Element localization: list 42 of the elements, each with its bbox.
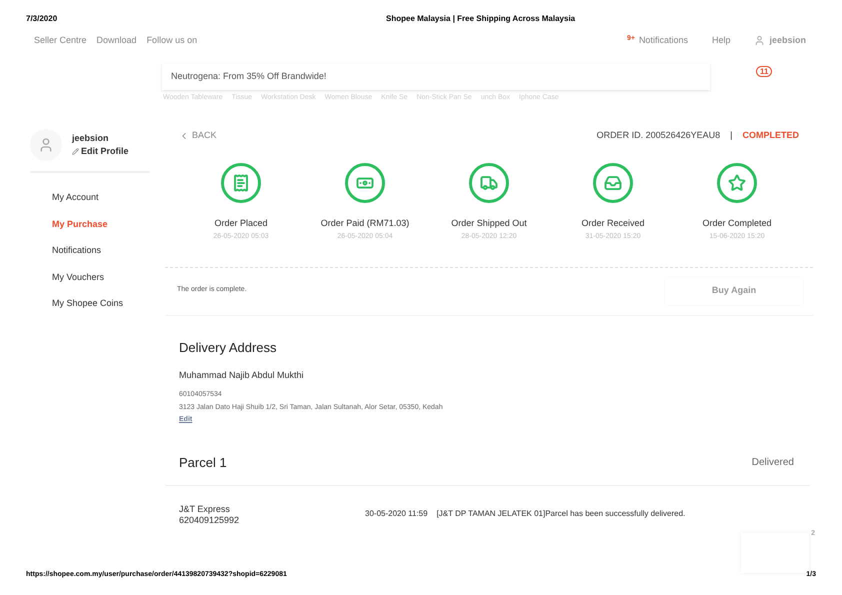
step-label: Order Completed [702,216,772,230]
print-date: 7/3/2020 [26,13,58,25]
page-title: Shopee Malaysia | Free Shipping Across Malaysia [386,13,576,25]
search-field[interactable]: Neutrogena: From 35% Off Brandwide! [162,64,710,90]
step-label: Order Placed [214,216,268,230]
sidebar-username: jeebsion [72,132,110,145]
top-nav-link[interactable]: Download [96,34,137,48]
recipient-name: Muhammad Najib Abdul Mukthi [179,369,305,382]
edit-profile-link[interactable]: Edit Profile [72,145,129,158]
sidebar-item[interactable]: My Vouchers [52,270,150,284]
sidebar-item[interactable]: My Purchase [52,218,150,231]
receipt-icon [232,174,250,192]
order-status: COMPLETED [742,129,799,142]
notifications-link[interactable]: Notifications [638,34,688,48]
truck-icon [480,174,498,192]
inbox-icon [604,174,622,192]
buy-again-button[interactable]: Buy Again [665,276,803,304]
step-label: Order Paid (RM71.03) [320,216,410,230]
top-nav-link[interactable]: Follow us on [146,34,198,48]
sidebar-item[interactable]: Notifications [52,244,150,258]
sidebar-item[interactable]: My Shopee Coins [52,297,150,310]
parcel-title: Parcel 1 [179,454,227,472]
star-icon [728,174,746,192]
help-link[interactable]: Help [712,34,730,48]
cart-count-badge: 11 [756,66,772,77]
tracking-number: 620409125992 [179,514,240,526]
courier-name: J&T Express [179,504,231,514]
top-nav-link[interactable]: Seller Centre [34,34,87,48]
delivery-title: Delivery Address [179,338,278,357]
tracking-time: 30-05-2020 11:59 [365,508,428,520]
order-id: ORDER ID. 200526426YEAU8 [596,129,720,142]
user-icon [38,137,54,153]
sidebar-item[interactable]: My Account [52,191,150,204]
pencil-icon [72,148,79,156]
step-label: Order Shipped Out [451,216,527,230]
tracking-event: [J&T DP TAMAN JELATEK 01]Parcel has been successfully delivered. [436,508,686,520]
user-icon [754,35,766,46]
parcel-status: Delivered [752,456,794,470]
back-link[interactable]: BACK [179,129,217,142]
separator: | [730,129,732,142]
step-label: Order Received [581,216,645,230]
username-link[interactable]: jeebsion [769,34,806,48]
